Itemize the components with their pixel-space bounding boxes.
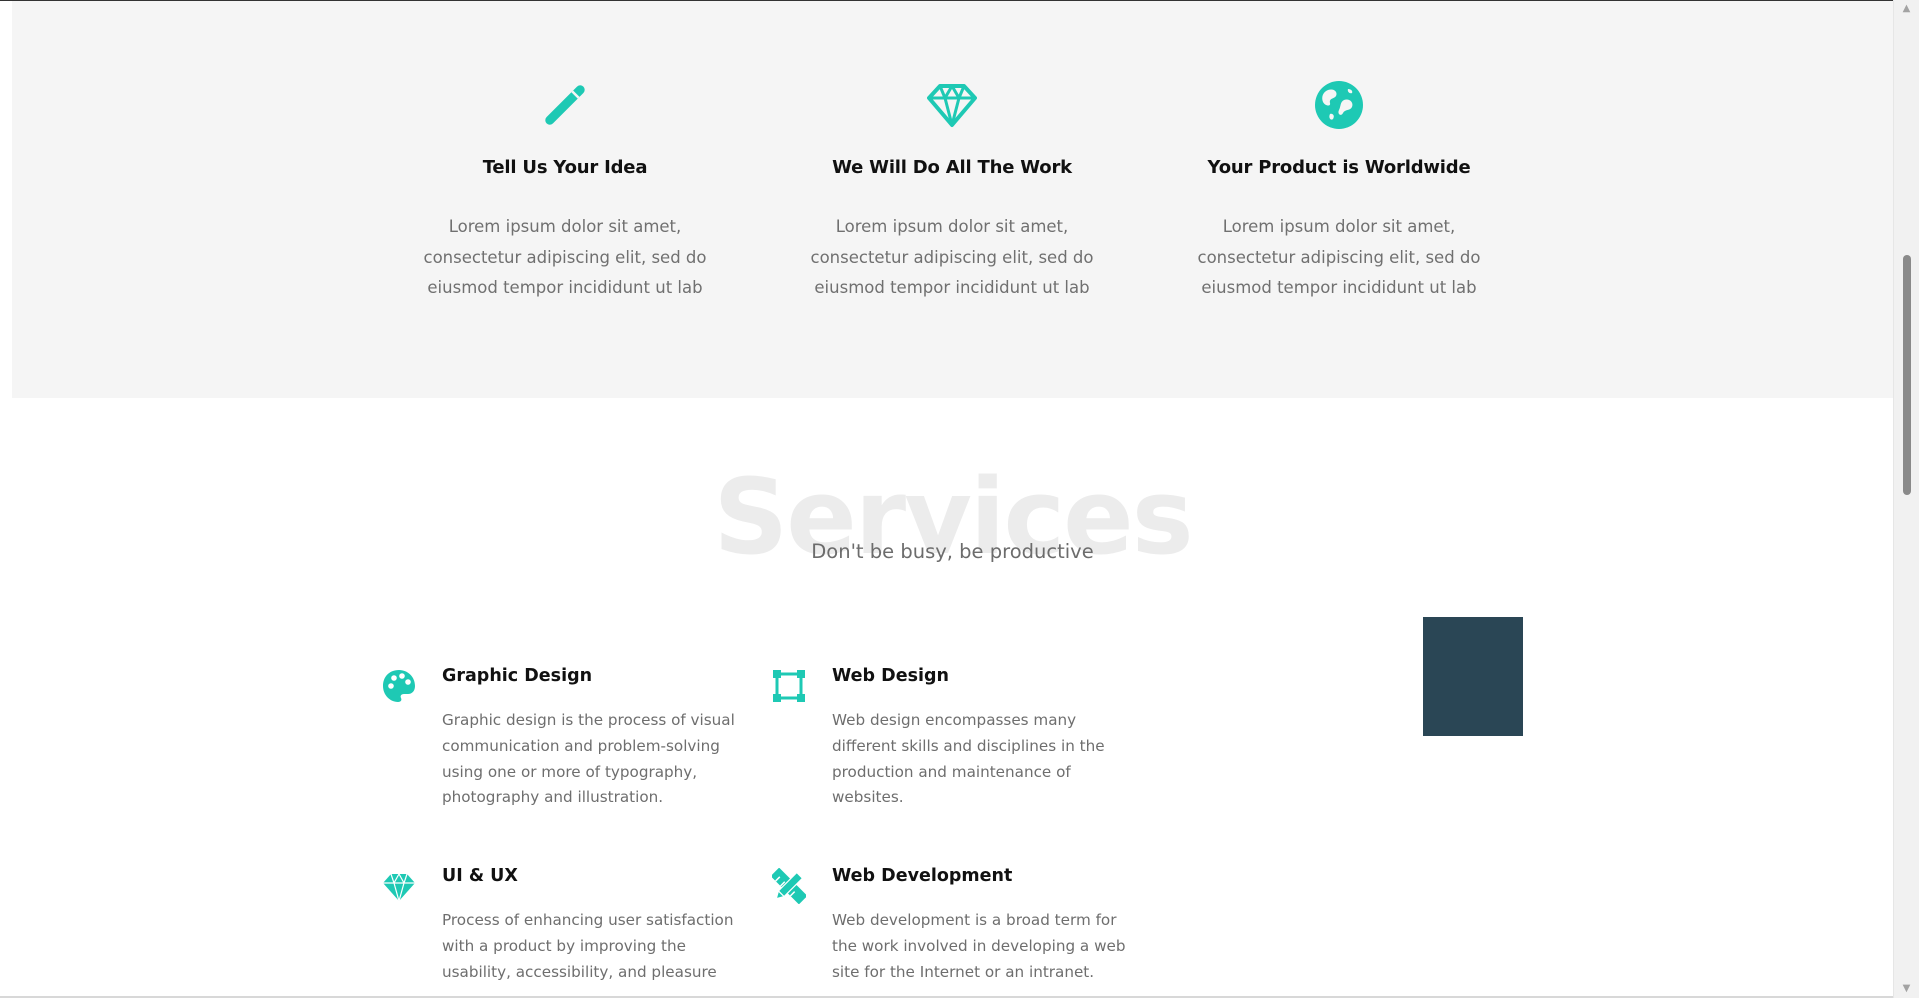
feature-title: We Will Do All The Work xyxy=(832,157,1072,178)
service-text: Web development is a broad term for the … xyxy=(832,911,1126,981)
feature-text: Lorem ipsum dolor sit amet, consectetur … xyxy=(1197,217,1481,297)
service-title: Graphic Design xyxy=(442,666,593,686)
page-viewport: Tell Us Your Idea Lorem ipsum dolor sit … xyxy=(0,0,1919,998)
service-text: Web design encompasses many different sk… xyxy=(832,711,1105,807)
brush-icon xyxy=(540,80,590,130)
diamond-icon xyxy=(927,80,977,130)
service-title: Web Design xyxy=(832,666,949,686)
service-text: Process of enhancing user satisfaction w… xyxy=(442,911,734,981)
pencil-ruler-icon xyxy=(770,867,808,905)
palette-icon xyxy=(382,668,416,704)
scroll-up-arrow-icon[interactable]: ▲ xyxy=(1894,0,1919,18)
gem-icon xyxy=(382,868,416,904)
service-text: Graphic design is the process of visual … xyxy=(442,711,735,807)
dark-accent-block xyxy=(1423,617,1523,736)
vector-square-icon xyxy=(772,668,806,704)
vertical-scrollbar[interactable]: ▲ ▼ xyxy=(1893,0,1919,998)
globe-icon xyxy=(1314,80,1364,130)
feature-title: Your Product is Worldwide xyxy=(1207,157,1471,178)
features-section: Tell Us Your Idea Lorem ipsum dolor sit … xyxy=(12,1,1893,398)
services-subtitle: Don't be busy, be productive xyxy=(811,540,1094,563)
scroll-down-arrow-icon[interactable]: ▼ xyxy=(1894,980,1919,998)
scrollbar-thumb[interactable] xyxy=(1903,255,1911,495)
feature-title: Tell Us Your Idea xyxy=(482,157,648,178)
service-title: Web Development xyxy=(832,866,1013,886)
service-title: UI & UX xyxy=(442,866,518,886)
feature-text: Lorem ipsum dolor sit amet, consectetur … xyxy=(810,217,1094,297)
feature-text: Lorem ipsum dolor sit amet, consectetur … xyxy=(423,217,707,297)
